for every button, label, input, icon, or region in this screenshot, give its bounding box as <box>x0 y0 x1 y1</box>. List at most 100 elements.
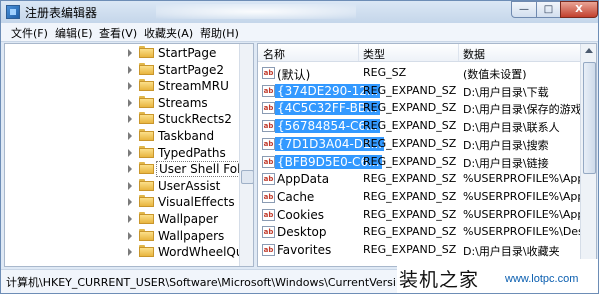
tree-item-label: UserAssist <box>158 178 221 193</box>
column-type-header[interactable]: 类型 <box>363 46 385 62</box>
list-item[interactable]: ab Favorites REG_EXPAND_SZ D:\用户目录\收藏夹 <box>258 242 580 259</box>
column-name-header[interactable]: 名称 <box>263 46 285 62</box>
list-item[interactable]: ab Cookies REG_EXPAND_SZ %USERPROFILE%\AppD <box>258 207 593 224</box>
list-scroll-thumb[interactable] <box>583 62 596 174</box>
tree-item[interactable]: Taskband <box>5 128 239 144</box>
string-value-icon: ab <box>262 244 275 256</box>
list-item[interactable]: ab Cache REG_EXPAND_SZ %USERPROFILE%\AppD <box>258 189 593 206</box>
value-data: D:\用户目录\联系人 <box>463 121 560 135</box>
tree-item[interactable]: StreamMRU <box>5 78 239 94</box>
expand-arrow-icon[interactable] <box>128 215 132 223</box>
column-data-header[interactable]: 数据 <box>463 46 485 62</box>
expand-arrow-icon[interactable] <box>128 65 132 74</box>
folder-icon <box>139 145 154 158</box>
menu-edit[interactable]: 编辑(E) <box>55 25 93 41</box>
maximize-button[interactable]: □ <box>536 1 561 18</box>
tree-item[interactable]: Wallpaper <box>5 211 239 227</box>
value-data: D:\用户目录\下载 <box>463 85 549 99</box>
tree-item-label: Streams <box>158 95 208 110</box>
column-separator[interactable] <box>458 44 459 61</box>
tree-item[interactable]: Streams <box>5 95 239 111</box>
menu-favorites[interactable]: 收藏夹(A) <box>144 25 193 41</box>
list-item[interactable]: ab {BFB9D5E0-C6... REG_EXPAND_SZ D:\用户目录\链接 <box>258 154 580 171</box>
tree-scrollbar[interactable] <box>239 44 253 266</box>
list-item[interactable]: ab {56784854-C6... REG_EXPAND_SZ D:\用户目录\联系… <box>258 118 580 135</box>
value-data: %USERPROFILE%\Deskt <box>463 225 595 239</box>
expand-arrow-icon[interactable] <box>128 231 132 240</box>
expand-arrow-icon[interactable] <box>128 148 132 157</box>
title-bar[interactable]: 注册表编辑器 — □ X <box>1 1 598 23</box>
tree-item-label: StuckRects2 <box>158 112 232 127</box>
tree-item-label: StartPage2 <box>158 62 224 77</box>
tree-item[interactable]: User Shell Folders <box>5 161 253 178</box>
menu-file[interactable]: 文件(F) <box>11 25 48 41</box>
value-data: D:\用户目录\收藏夹 <box>463 245 560 258</box>
value-data: D:\用户目录\保存的游戏 <box>463 103 582 117</box>
value-name: Cache <box>277 189 315 204</box>
expand-arrow-icon[interactable] <box>128 49 132 57</box>
expand-arrow-icon[interactable] <box>128 98 132 107</box>
tree-item-label: StartPage <box>158 46 217 60</box>
list-item[interactable]: ab (默认) REG_SZ (数值未设置) <box>258 65 580 82</box>
string-value-icon: ab <box>262 84 275 97</box>
expand-arrow-icon[interactable] <box>128 181 132 190</box>
list-item[interactable]: ab AppData REG_EXPAND_SZ %USERPROFILE%\AppD <box>258 171 593 188</box>
value-type: REG_EXPAND_SZ <box>363 154 457 168</box>
value-name: Cookies <box>277 207 324 222</box>
list-item[interactable]: ab {7D1D3A04-DE... REG_EXPAND_SZ D:\用户目录\搜索 <box>258 136 580 153</box>
expand-arrow-icon[interactable] <box>128 248 132 257</box>
tree-item[interactable]: TypedPaths <box>5 145 239 161</box>
string-value-icon: ab <box>262 226 275 239</box>
folder-icon <box>139 112 154 125</box>
expand-arrow-icon[interactable] <box>128 115 132 124</box>
list-item[interactable]: ab {4C5C32FF-BB... REG_EXPAND_SZ D:\用户目录\保存… <box>258 100 582 117</box>
tree-item[interactable]: WordWheelQuery <box>5 244 253 260</box>
folder-icon <box>139 195 154 208</box>
folder-icon <box>139 79 154 92</box>
values-list[interactable]: 名称 类型 数据 ab (默认) REG_SZ (数值未设置) ab {374DE290-… <box>257 43 597 267</box>
close-button[interactable]: X <box>560 1 598 18</box>
title-glow <box>156 4 356 19</box>
value-data: %USERPROFILE%\AppD <box>463 207 593 221</box>
menu-view[interactable]: 查看(V) <box>99 25 137 41</box>
list-scrollbar[interactable] <box>580 44 596 266</box>
folder-icon <box>139 62 154 75</box>
tree-item[interactable]: StuckRects2 <box>5 111 239 127</box>
tree-item-label: StreamMRU <box>158 79 229 94</box>
value-data: %USERPROFILE%\AppD <box>463 189 593 203</box>
expand-arrow-icon[interactable] <box>128 165 132 174</box>
string-value-icon: ab <box>262 208 275 221</box>
list-item[interactable]: ab Desktop REG_EXPAND_SZ %USERPROFILE%\Desk… <box>258 224 594 241</box>
tree-item[interactable]: Wallpapers <box>5 228 239 244</box>
folder-icon <box>139 129 154 141</box>
value-type: REG_EXPAND_SZ <box>363 119 457 133</box>
site-watermark: 装机之家 www.lotpc.com <box>397 259 598 293</box>
tree-item[interactable]: VisualEffects <box>5 194 239 210</box>
scroll-up-arrow-icon[interactable] <box>585 48 593 53</box>
expand-arrow-icon[interactable] <box>128 82 132 91</box>
expand-arrow-icon[interactable] <box>128 198 132 207</box>
value-type: REG_SZ <box>363 66 407 79</box>
folder-icon <box>139 46 154 58</box>
tree-item[interactable]: UserAssist <box>5 178 239 194</box>
value-type: REG_EXPAND_SZ <box>363 207 457 221</box>
minimize-button[interactable]: — <box>511 1 537 18</box>
string-value-icon: ab <box>262 155 275 168</box>
menu-help[interactable]: 帮助(H) <box>200 25 239 41</box>
column-separator[interactable] <box>358 44 359 61</box>
value-type: REG_EXPAND_SZ <box>363 136 457 150</box>
list-item[interactable]: ab {374DE290-12... REG_EXPAND_SZ D:\用户目录\下载 <box>258 83 580 100</box>
expand-arrow-icon[interactable] <box>128 132 132 140</box>
value-data: D:\用户目录\搜索 <box>463 138 549 152</box>
value-type: REG_EXPAND_SZ <box>363 172 457 186</box>
value-name: Desktop <box>277 225 327 240</box>
tree-item[interactable]: StartPage <box>5 45 239 61</box>
tree-item-label: Wallpaper <box>158 212 219 226</box>
tree-item[interactable]: StartPage2 <box>5 62 239 78</box>
value-name: AppData <box>277 172 330 187</box>
registry-tree[interactable]: StartPage StartPage2 StreamMRU Streams Stuck… <box>4 43 254 267</box>
tree-scroll-thumb[interactable] <box>241 170 253 184</box>
regedit-window: 注册表编辑器 — □ X 文件(F) 编辑(E) 查看(V) 收藏夹(A) 帮助… <box>0 0 599 294</box>
tree-item-label: TypedPaths <box>158 145 226 160</box>
watermark-url: www.lotpc.com <box>505 273 579 285</box>
